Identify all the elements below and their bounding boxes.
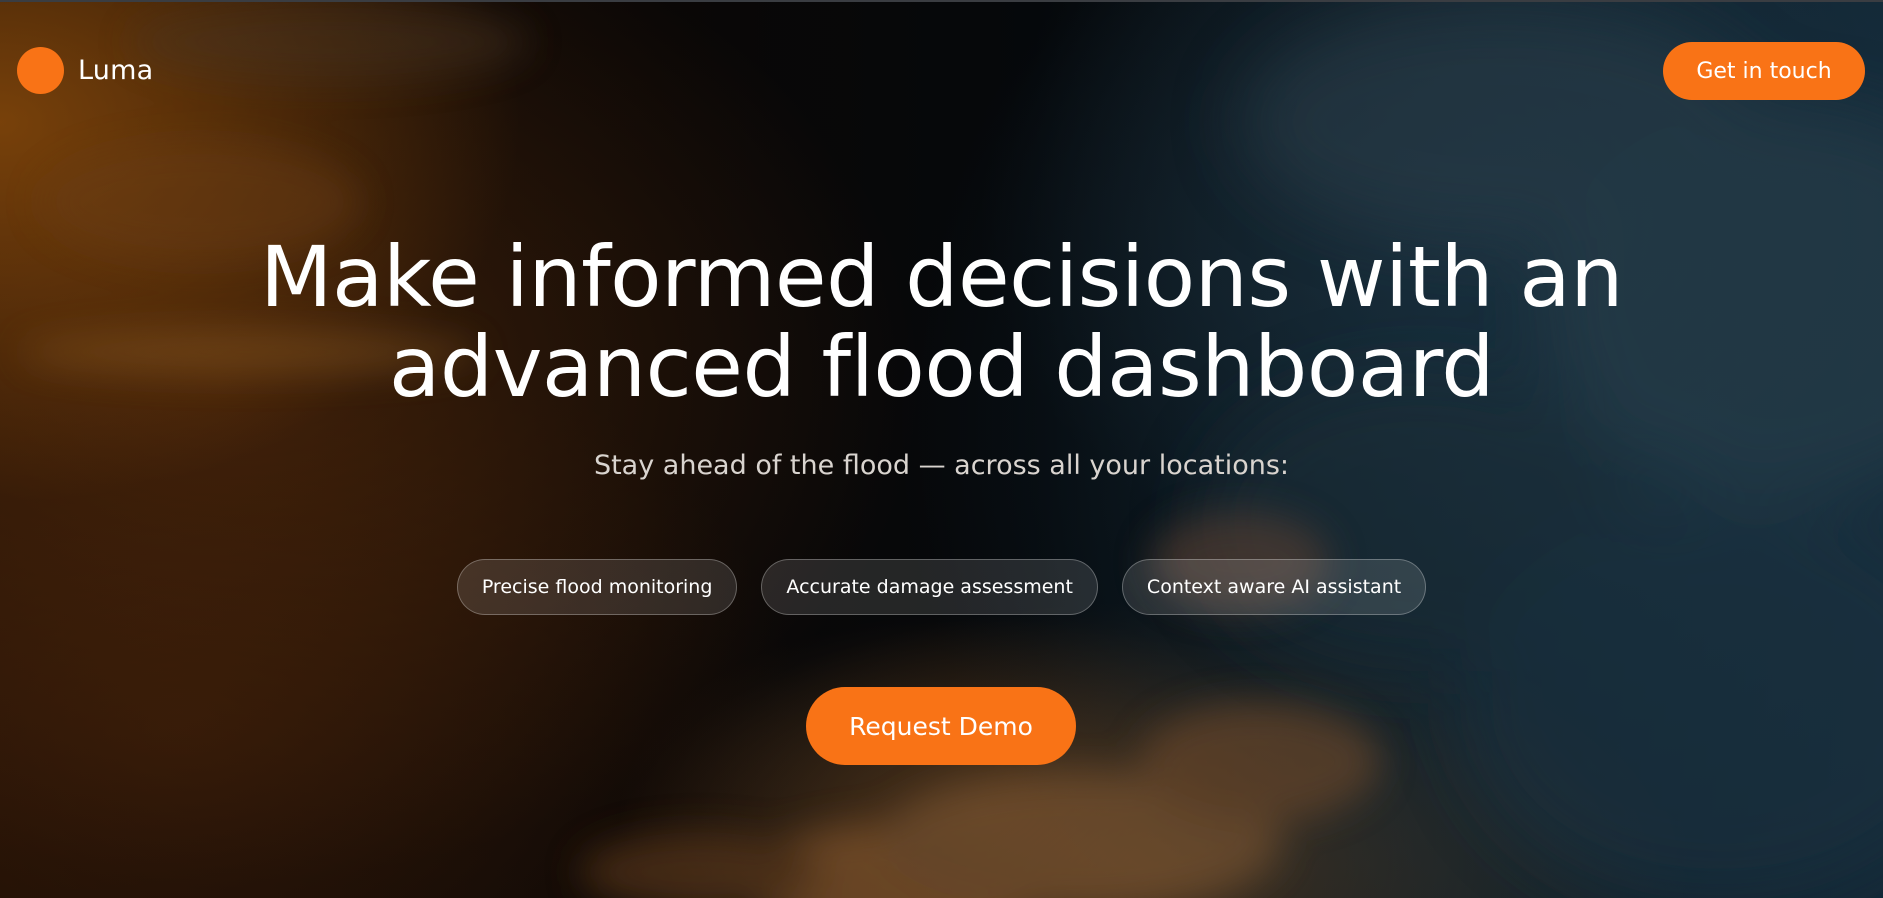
hero-headline: Make informed decisions with an advanced… <box>0 232 1883 412</box>
hero-headline-line-2: advanced flood dashboard <box>388 318 1495 416</box>
brand-logo[interactable]: Luma <box>17 47 153 94</box>
feature-chip-ai-assistant[interactable]: Context aware AI assistant <box>1121 559 1427 615</box>
logo-circle-icon <box>17 47 64 94</box>
feature-chip-flood-monitoring[interactable]: Precise flood monitoring <box>456 559 738 615</box>
get-in-touch-button[interactable]: Get in touch <box>1663 42 1865 100</box>
request-demo-button[interactable]: Request Demo <box>806 687 1076 765</box>
hero-subheadline: Stay ahead of the flood — across all you… <box>593 450 1290 481</box>
hero-headline-line-1: Make informed decisions with an <box>260 228 1623 326</box>
feature-chip-damage-assessment[interactable]: Accurate damage assessment <box>761 559 1098 615</box>
hero-section: Luma Get in touch Make informed decision… <box>0 0 1883 898</box>
feature-chips: Precise flood monitoring Accurate damage… <box>0 559 1883 615</box>
brand-name: Luma <box>78 55 154 86</box>
